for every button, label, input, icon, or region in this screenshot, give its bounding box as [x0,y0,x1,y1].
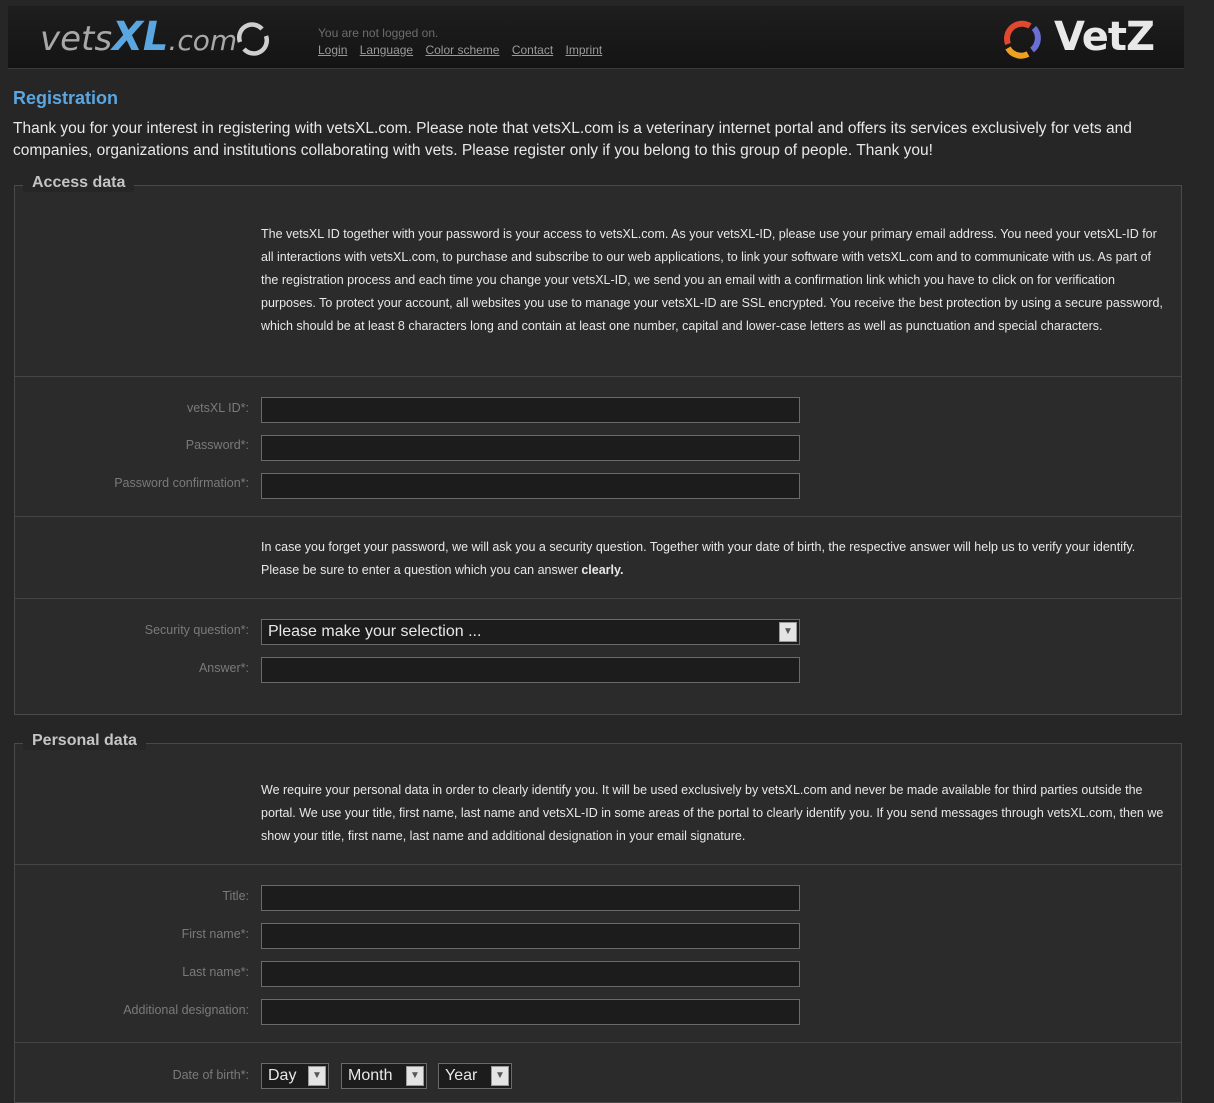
vetsxl-id-input[interactable] [261,397,800,423]
personal-data-description: We require your personal data in order t… [261,783,1164,843]
security-question-value: Please make your selection ... [268,623,482,640]
dob-year-select[interactable]: Year ▼ [438,1063,512,1089]
access-data-section: Access data The vetsXL ID together with … [14,174,1182,715]
brand-name: VetZ [1054,14,1155,60]
logo-text-xl: XL [112,14,169,60]
personal-data-legend: Personal data [23,732,146,750]
nav-language-link[interactable]: Language [360,43,413,57]
chevron-down-icon: ▼ [491,1066,509,1086]
intro-text: Thank you for your interest in registeri… [13,120,1132,159]
vetz-swirl-icon [1004,20,1041,59]
security-question-label: Security question*: [144,623,249,637]
title-label: Title: [222,889,249,903]
security-question-description: In case you forget your password, we wil… [261,536,1171,582]
logo-text-vets: vets [40,19,113,59]
date-of-birth-label: Date of birth*: [172,1068,249,1082]
additional-designation-label: Additional designation: [123,1003,249,1017]
dob-month-select[interactable]: Month ▼ [341,1063,427,1089]
answer-label: Answer*: [198,661,249,675]
password-input[interactable] [261,435,800,461]
additional-designation-input[interactable] [261,999,800,1025]
access-data-description: The vetsXL ID together with your passwor… [261,227,1163,333]
vetsxl-id-label: vetsXL ID*: [186,401,249,415]
login-status: You are not logged on. [318,26,439,40]
nav-login-link[interactable]: Login [318,43,347,57]
first-name-input[interactable] [261,923,800,949]
answer-input[interactable] [261,657,800,683]
password-confirmation-label: Password confirmation*: [114,476,249,490]
password-label: Password*: [185,438,249,452]
dob-day-value: Day [268,1067,297,1084]
last-name-input[interactable] [261,961,800,987]
personal-data-section: Personal data We require your personal d… [14,732,1182,1103]
swirl-icon [237,22,269,56]
password-confirmation-input[interactable] [261,473,800,499]
vetsxl-logo[interactable]: vetsXL.com [40,14,237,60]
page-header: vetsXL.com You are not logged on. Login … [8,6,1184,69]
top-nav: Login Language Color scheme Contact Impr… [318,43,611,57]
security-text-bold: clearly. [581,563,624,577]
first-name-label: First name*: [181,927,249,941]
vetz-logo[interactable]: VetZ [1000,12,1160,62]
dob-year-value: Year [445,1067,478,1084]
title-input[interactable] [261,885,800,911]
chevron-down-icon: ▼ [406,1066,424,1086]
dob-day-select[interactable]: Day ▼ [261,1063,329,1089]
nav-contact-link[interactable]: Contact [512,43,553,57]
security-text: In case you forget your password, we wil… [261,540,1136,577]
logo-text-com: .com [168,24,238,57]
chevron-down-icon: ▼ [308,1066,326,1086]
page-title: Registration [13,88,119,108]
dob-month-value: Month [348,1067,393,1084]
nav-color-scheme-link[interactable]: Color scheme [425,43,499,57]
security-question-select[interactable]: Please make your selection ... ▼ [261,619,800,645]
last-name-label: Last name*: [182,965,249,979]
access-data-legend: Access data [23,174,135,192]
chevron-down-icon: ▼ [779,622,797,642]
nav-imprint-link[interactable]: Imprint [566,43,603,57]
